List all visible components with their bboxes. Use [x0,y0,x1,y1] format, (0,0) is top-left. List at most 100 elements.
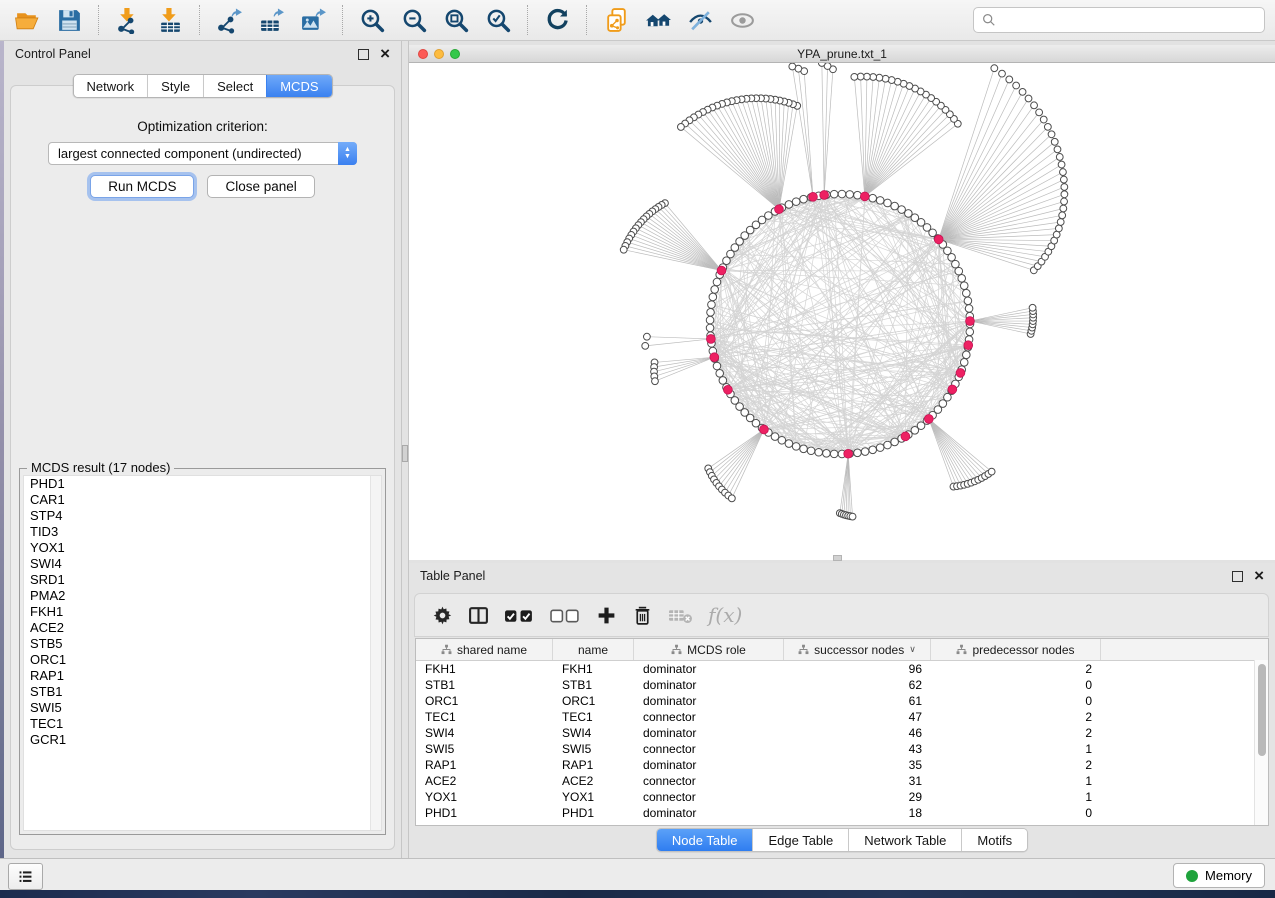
vertical-splitter[interactable] [401,41,409,858]
network-from-selection-icon [603,7,630,34]
task-history-button[interactable] [8,863,43,890]
close-window-icon[interactable] [418,49,428,59]
zoom-selected-icon [485,7,512,34]
column-header-predecessor-nodes[interactable]: predecessor nodes [931,639,1101,660]
memory-button[interactable]: Memory [1173,863,1265,888]
mcds-result-item[interactable]: ORC1 [24,652,381,668]
save-session-button[interactable] [50,3,88,37]
add-column-button[interactable] [591,597,622,633]
mcds-result-item[interactable]: CAR1 [24,492,381,508]
function-builder-button[interactable]: f(x) [703,597,747,633]
close-table-panel-icon[interactable]: × [1254,570,1264,582]
open-file-button[interactable] [8,3,46,37]
table-row[interactable]: PHD1PHD1dominator180 [416,805,1268,821]
column-type-icon [671,644,682,655]
mcds-result-item[interactable]: SWI4 [24,556,381,572]
mcds-result-item[interactable]: STB1 [24,684,381,700]
table-scrollbar-thumb[interactable] [1258,664,1266,756]
mcds-result-item[interactable]: FKH1 [24,604,381,620]
mcds-result-item[interactable]: YOX1 [24,540,381,556]
cell-successor-nodes: 61 [784,694,931,708]
table-row[interactable]: SWI5SWI5connector431 [416,741,1268,757]
table-row[interactable]: ORC1ORC1dominator610 [416,693,1268,709]
close-panel-button[interactable]: Close panel [207,175,314,198]
table-row[interactable]: RAP1RAP1dominator352 [416,757,1268,773]
zoom-fit-button[interactable] [437,3,475,37]
table-row[interactable]: SWI4SWI4dominator462 [416,725,1268,741]
search-box[interactable] [973,7,1265,33]
table-row[interactable]: STB1STB1dominator620 [416,677,1268,693]
mcds-result-item[interactable]: STB5 [24,636,381,652]
column-header-successor-nodes[interactable]: successor nodes∨ [784,639,931,660]
mcds-result-item[interactable]: ACE2 [24,620,381,636]
network-from-selection-button[interactable] [597,3,635,37]
search-input[interactable] [1002,12,1256,29]
mcds-result-item[interactable]: RAP1 [24,668,381,684]
export-table-button[interactable] [252,3,290,37]
cell-name: STB1 [553,678,634,692]
network-canvas[interactable] [409,63,1275,560]
refresh-network-button[interactable] [538,3,576,37]
mcds-result-item[interactable]: GCR1 [24,732,381,748]
split-view-button[interactable] [463,597,494,633]
minimize-window-icon[interactable] [434,49,444,59]
export-image-button[interactable] [294,3,332,37]
run-mcds-button[interactable]: Run MCDS [90,175,194,198]
tab-edge-table[interactable]: Edge Table [752,829,848,851]
float-window-icon[interactable] [358,49,369,60]
first-neighbors-button[interactable] [639,3,677,37]
tab-mcds[interactable]: MCDS [266,75,331,97]
hide-selected-button[interactable] [681,3,719,37]
network-graph[interactable] [409,63,1275,560]
mcds-result-item[interactable]: STP4 [24,508,381,524]
import-table-button[interactable] [151,3,189,37]
tab-network[interactable]: Network [73,75,147,97]
cell-name: YOX1 [553,790,634,804]
zoom-out-button[interactable] [395,3,433,37]
table-scrollbar[interactable] [1254,660,1268,825]
column-header-mcds-role[interactable]: MCDS role [634,639,784,660]
mcds-result-item[interactable]: PHD1 [24,476,381,492]
tab-node-table[interactable]: Node Table [657,829,753,851]
mcds-result-item[interactable]: SRD1 [24,572,381,588]
criterion-dropdown-value: largest connected component (undirected) [49,146,338,161]
mcds-result-item[interactable]: SWI5 [24,700,381,716]
tab-motifs[interactable]: Motifs [961,829,1027,851]
tab-select[interactable]: Select [203,75,266,97]
float-table-panel-icon[interactable] [1232,571,1243,582]
network-window-titlebar[interactable]: YPA_prune.txt_1 [409,45,1275,63]
table-row[interactable]: TEC1TEC1connector472 [416,709,1268,725]
column-header-name[interactable]: name [553,639,634,660]
table-row[interactable]: ACE2ACE2connector311 [416,773,1268,789]
settings-button[interactable] [427,597,458,633]
table-tabs: Node TableEdge TableNetwork TableMotifs [656,828,1028,852]
mcds-result-item[interactable]: PMA2 [24,588,381,604]
horizontal-splitter-handle[interactable] [833,555,842,561]
maximize-window-icon[interactable] [450,49,460,59]
mcds-result-item[interactable]: TID3 [24,524,381,540]
table-row[interactable]: FKH1FKH1dominator962 [416,661,1268,677]
dropdown-stepper-icon: ▲▼ [338,142,357,165]
select-all-checkboxes-button[interactable] [499,597,540,633]
zoom-out-icon [401,7,428,34]
mcds-list-scrollbar[interactable] [370,476,381,830]
tab-network-table[interactable]: Network Table [848,829,961,851]
vertical-splitter-handle[interactable] [402,445,408,462]
export-network-button[interactable] [210,3,248,37]
zoom-in-button[interactable] [353,3,391,37]
close-panel-icon[interactable]: × [380,48,390,60]
cell-predecessor-nodes: 1 [931,774,1101,788]
tab-style[interactable]: Style [147,75,203,97]
delete-column-button[interactable] [627,597,658,633]
column-header-shared-name[interactable]: shared name [416,639,553,660]
mcds-result-list[interactable]: PHD1CAR1STP4TID3YOX1SWI4SRD1PMA2FKH1ACE2… [23,475,382,831]
delete-table-button[interactable] [663,597,698,633]
mcds-result-item[interactable]: TEC1 [24,716,381,732]
zoom-selected-button[interactable] [479,3,517,37]
import-network-button[interactable] [109,3,147,37]
table-panel-title: Table Panel [420,569,485,583]
show-all-button[interactable] [723,3,761,37]
criterion-dropdown[interactable]: largest connected component (undirected)… [48,142,357,165]
table-row[interactable]: YOX1YOX1connector291 [416,789,1268,805]
deselect-all-checkboxes-button[interactable] [545,597,586,633]
